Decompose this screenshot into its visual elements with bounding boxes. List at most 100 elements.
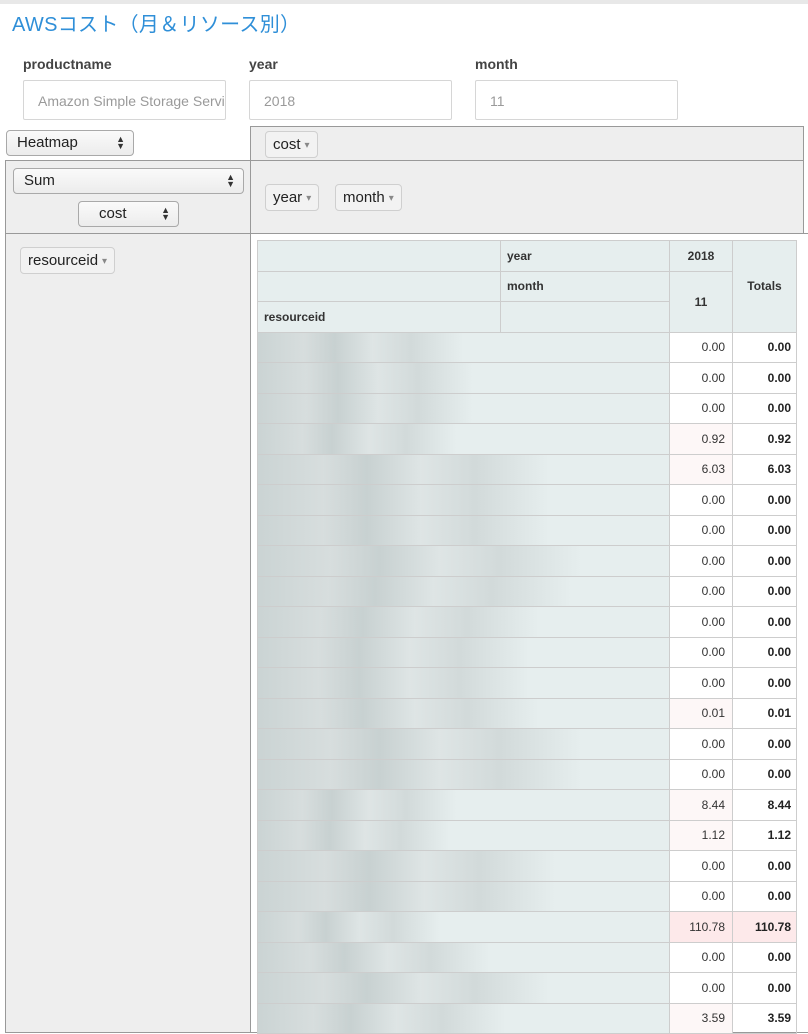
- row-label-resourceid-redacted: [257, 911, 670, 943]
- row-label-resourceid-redacted: [257, 1002, 670, 1034]
- cell-total: 3.59: [732, 1002, 797, 1034]
- cell-total: 0.00: [732, 392, 797, 424]
- row-label-resourceid-redacted: [257, 758, 670, 790]
- cell-total: 0.92: [732, 423, 797, 455]
- row-header-label-resourceid: resourceid: [257, 301, 501, 333]
- col-header-month-value: 11: [669, 270, 733, 333]
- attr-pill-cost[interactable]: cost ▾: [265, 131, 318, 158]
- redacted-text: [258, 332, 513, 362]
- renderer-select[interactable]: Heatmap ▲ ▼: [6, 130, 134, 156]
- redacted-text: [258, 942, 546, 972]
- totals-header: Totals: [732, 240, 797, 333]
- redacted-text: [258, 424, 505, 454]
- row-label-resourceid-redacted: [257, 819, 670, 851]
- cell-value: 0.00: [669, 362, 733, 394]
- cell-total: 0.00: [732, 514, 797, 546]
- table-row: 0.00 0.00: [257, 484, 797, 516]
- row-label-resourceid-redacted: [257, 789, 670, 821]
- cell-value: 0.00: [669, 728, 733, 760]
- cell-total: 0.00: [732, 850, 797, 882]
- cell-total: 0.00: [732, 362, 797, 394]
- table-row: 0.00 0.00: [257, 758, 797, 790]
- cell-total: 0.00: [732, 331, 797, 363]
- table-row: 0.00 0.00: [257, 941, 797, 973]
- row-label-resourceid-redacted: [257, 728, 670, 760]
- redacted-text: [258, 698, 608, 728]
- row-label-resourceid-redacted: [257, 941, 670, 973]
- table-row: 0.00 0.00: [257, 362, 797, 394]
- row-label-resourceid-redacted: [257, 636, 670, 668]
- table-row: 0.00 0.00: [257, 575, 797, 607]
- row-label-resourceid-redacted: [257, 667, 670, 699]
- filter-label-productname: productname: [23, 56, 112, 72]
- pivot-corner: [257, 240, 501, 272]
- filter-label-year: year: [249, 56, 278, 72]
- select-arrows-icon: ▲ ▼: [161, 205, 170, 222]
- redacted-text: [258, 759, 661, 789]
- cell-value: 0.00: [669, 392, 733, 424]
- cell-total: 0.00: [732, 728, 797, 760]
- renderer-select-value: Heatmap: [17, 134, 78, 151]
- aggregator-select-value: Sum: [24, 172, 55, 189]
- redacted-text: [258, 729, 661, 759]
- table-row: 0.01 0.01: [257, 697, 797, 729]
- cell-value: 3.59: [669, 1002, 733, 1034]
- cell-total: 0.00: [732, 667, 797, 699]
- dropdown-caret-icon: ▾: [102, 255, 108, 267]
- cell-total: 0.00: [732, 758, 797, 790]
- cell-total: 0.00: [732, 880, 797, 912]
- cell-value: 0.00: [669, 575, 733, 607]
- redacted-text: [258, 393, 526, 423]
- table-row: 0.00 0.00: [257, 606, 797, 638]
- unused-attributes-area: [250, 126, 804, 162]
- attr-pill-year[interactable]: year ▾: [265, 184, 320, 211]
- year-input[interactable]: 2018: [249, 80, 452, 120]
- cell-value: 0.00: [669, 484, 733, 516]
- table-row: 3.59 3.59: [257, 1002, 797, 1034]
- month-input[interactable]: 11: [475, 80, 678, 120]
- cell-total: 0.00: [732, 484, 797, 516]
- cell-total: 0.00: [732, 941, 797, 973]
- redacted-text: [258, 973, 620, 1003]
- row-label-resourceid-redacted: [257, 850, 670, 882]
- cell-total: 0.00: [732, 545, 797, 577]
- cell-value: 6.03: [669, 453, 733, 485]
- cell-value: 0.00: [669, 667, 733, 699]
- attr-pill-month[interactable]: month ▾: [335, 184, 402, 211]
- table-row: 110.78 110.78: [257, 911, 797, 943]
- redacted-text: [258, 1003, 567, 1033]
- cell-total: 6.03: [732, 453, 797, 485]
- row-label-resourceid-redacted: [257, 331, 670, 363]
- row-label-resourceid-redacted: [257, 880, 670, 912]
- table-row: 8.44 8.44: [257, 789, 797, 821]
- pivot-corner: [257, 270, 501, 302]
- redacted-text: [258, 637, 596, 667]
- cell-total: 0.00: [732, 575, 797, 607]
- row-attributes-area: [5, 233, 251, 1033]
- cell-value: 0.00: [669, 636, 733, 668]
- productname-input[interactable]: Amazon Simple Storage Service: [23, 80, 226, 120]
- aggregator-field-value: cost: [99, 205, 127, 222]
- col-header-year-value: 2018: [669, 240, 733, 272]
- row-label-resourceid-redacted: [257, 423, 670, 455]
- redacted-text: [258, 454, 620, 484]
- row-label-resourceid-redacted: [257, 606, 670, 638]
- table-row: 0.00 0.00: [257, 667, 797, 699]
- aggregator-field-select[interactable]: cost ▲ ▼: [78, 201, 179, 227]
- table-row: 0.00 0.00: [257, 880, 797, 912]
- row-label-resourceid-redacted: [257, 545, 670, 577]
- attr-pill-resourceid[interactable]: resourceid ▾: [20, 247, 116, 274]
- col-header-label-year: year: [500, 240, 670, 272]
- cell-value: 0.00: [669, 514, 733, 546]
- aggregator-select[interactable]: Sum ▲ ▼: [13, 168, 244, 194]
- pivot-table-wrapper: year 2018 Totals month 11 resourceid 0.0…: [257, 240, 797, 1034]
- cell-total: 1.12: [732, 819, 797, 851]
- table-row: 0.00 0.00: [257, 850, 797, 882]
- cell-value: 0.01: [669, 697, 733, 729]
- row-label-resourceid-redacted: [257, 453, 670, 485]
- filter-label-month: month: [475, 56, 518, 72]
- dropdown-caret-icon: ▾: [388, 192, 394, 204]
- table-row: 0.00 0.00: [257, 514, 797, 546]
- redacted-text: [258, 790, 505, 820]
- col-header-label-month: month: [500, 270, 670, 302]
